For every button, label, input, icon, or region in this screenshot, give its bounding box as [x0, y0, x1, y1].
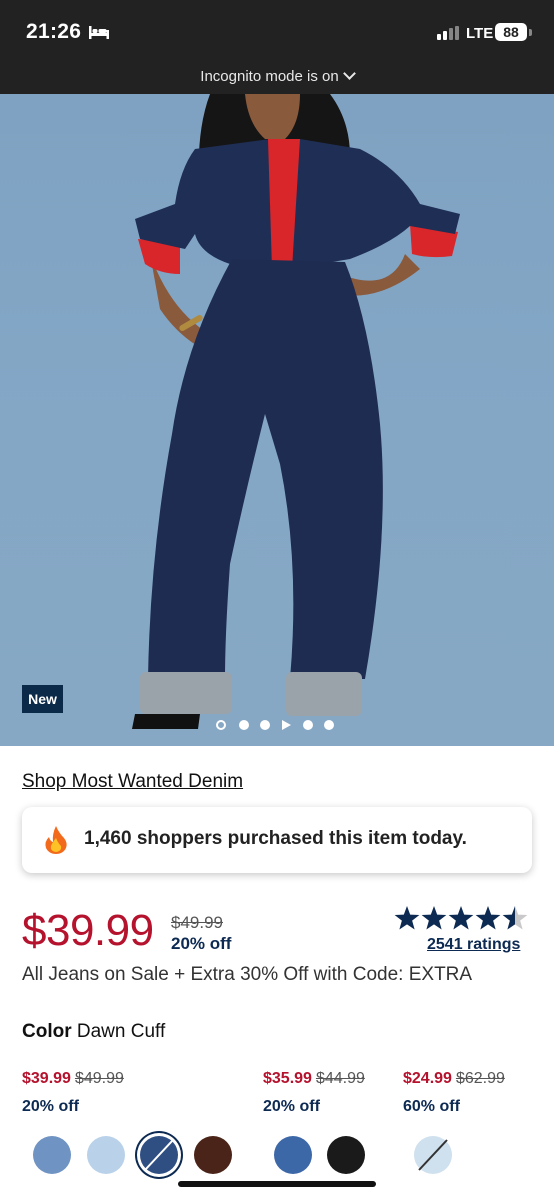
social-proof-text: 1,460 shoppers purchased this item today… — [84, 828, 467, 849]
variant-discount: 60% off — [403, 1098, 460, 1115]
variant-discount: 20% off — [22, 1098, 79, 1115]
star-icon — [502, 906, 528, 930]
battery-tip — [529, 29, 532, 36]
model-wearing-denim-illustration — [132, 94, 460, 729]
variant-price-now: $39.99 — [22, 1070, 71, 1087]
color-selection-label: Color Dawn Cuff — [22, 1021, 165, 1043]
video-play-icon[interactable] — [282, 720, 291, 730]
variant-price-now: $24.99 — [403, 1070, 452, 1087]
star-icon — [475, 906, 501, 930]
ratings-count-link[interactable]: 2541 ratings — [427, 936, 520, 954]
collection-link[interactable]: Shop Most Wanted Denim — [22, 771, 243, 793]
star-icon — [394, 906, 420, 930]
variant-price-was: $44.99 — [315, 1070, 365, 1087]
variant-price-was: $49.99 — [74, 1070, 124, 1087]
star-icon — [448, 906, 474, 930]
variant-price-was: $62.99 — [455, 1070, 505, 1087]
variant-price: $24.99 $62.99 — [403, 1070, 505, 1088]
swatch-bleached[interactable] — [414, 1136, 452, 1174]
carousel-dot[interactable] — [303, 720, 313, 730]
color-value: Dawn Cuff — [76, 1021, 166, 1042]
variant-price: $35.99 $44.99 — [263, 1070, 365, 1088]
swatch-medium-wash[interactable] — [33, 1136, 71, 1174]
carousel-dot[interactable] — [324, 720, 334, 730]
sale-promo-text: All Jeans on Sale + Extra 30% Off with C… — [22, 964, 473, 985]
battery-icon: 88 — [495, 23, 527, 41]
swatch-black[interactable] — [327, 1136, 365, 1174]
incognito-label: Incognito mode is on — [200, 68, 339, 85]
carousel-dot[interactable] — [216, 720, 226, 730]
discount-label: 20% off — [171, 934, 232, 953]
current-price: $39.99 — [22, 906, 154, 955]
color-label: Color — [22, 1021, 72, 1042]
swatch-brown[interactable] — [194, 1136, 232, 1174]
status-time: 21:26 — [26, 20, 82, 43]
new-badge: New — [22, 685, 63, 713]
variant-discount: 20% off — [263, 1098, 320, 1115]
original-price: $49.99 — [171, 913, 223, 932]
variant-price-now: $35.99 — [263, 1070, 312, 1087]
incognito-banner[interactable]: Incognito mode is on — [0, 62, 554, 94]
swatch-light-wash[interactable] — [87, 1136, 125, 1174]
network-type: LTE — [466, 25, 494, 42]
unavailable-slash-icon — [144, 1139, 174, 1171]
fire-icon — [45, 826, 67, 854]
sleep-focus-icon — [89, 26, 109, 39]
chevron-down-icon — [342, 67, 356, 80]
home-indicator — [178, 1181, 376, 1187]
carousel-dot[interactable] — [239, 720, 249, 730]
social-proof-card: 1,460 shoppers purchased this item today… — [22, 807, 532, 873]
star-rating[interactable] — [394, 905, 534, 933]
unavailable-slash-icon — [418, 1139, 448, 1171]
star-icon — [421, 906, 447, 930]
swatch-dawn-cuff[interactable] — [140, 1136, 178, 1174]
product-image[interactable] — [0, 94, 554, 746]
status-bar: 21:26 LTE 88 — [0, 0, 554, 62]
carousel-dot[interactable] — [260, 720, 270, 730]
swatch-mid-blue[interactable] — [274, 1136, 312, 1174]
variant-price: $39.99 $49.99 — [22, 1070, 124, 1088]
